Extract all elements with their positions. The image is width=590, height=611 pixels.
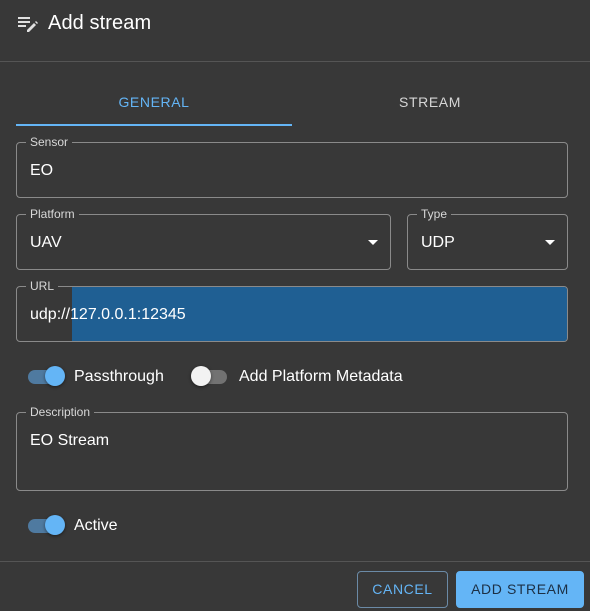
add-stream-dialog: Add stream GENERAL STREAM Sensor EO Plat…: [0, 0, 590, 611]
passthrough-label: Passthrough: [74, 368, 164, 385]
playlist-edit-icon: [18, 17, 38, 32]
platform-value[interactable]: UAV: [30, 234, 62, 252]
dialog-title: Add stream: [48, 12, 152, 34]
passthrough-toggle[interactable]: [28, 366, 66, 388]
add-stream-button[interactable]: ADD STREAM: [456, 571, 584, 608]
sensor-value[interactable]: EO: [30, 162, 53, 180]
url-label: URL: [26, 279, 59, 293]
tab-bar: GENERAL STREAM: [16, 80, 568, 126]
tab-general[interactable]: GENERAL: [16, 80, 292, 126]
url-selected-text: 127.0.0.1:12345: [70, 306, 186, 323]
type-select[interactable]: Type UDP: [407, 207, 568, 270]
add-platform-metadata-toggle[interactable]: [191, 366, 229, 388]
add-platform-metadata-label: Add Platform Metadata: [239, 368, 403, 385]
tab-indicator: [16, 124, 292, 126]
sensor-label: Sensor: [26, 135, 73, 149]
type-label: Type: [417, 207, 452, 221]
tab-stream[interactable]: STREAM: [292, 80, 568, 126]
platform-label: Platform: [26, 207, 79, 221]
dialog-actions: CANCEL ADD STREAM: [0, 561, 590, 611]
active-label: Active: [74, 517, 118, 534]
platform-select[interactable]: Platform UAV: [16, 207, 391, 270]
switch-thumb: [45, 515, 65, 535]
chevron-down-icon[interactable]: [545, 240, 555, 245]
cancel-button[interactable]: CANCEL: [357, 571, 448, 608]
switch-thumb: [191, 366, 211, 386]
active-toggle[interactable]: [28, 515, 66, 537]
url-field[interactable]: URL udp://127.0.0.1:12345: [16, 279, 568, 342]
switch-thumb: [45, 366, 65, 386]
dialog-header: Add stream: [0, 0, 590, 62]
type-value[interactable]: UDP: [421, 234, 455, 252]
sensor-field[interactable]: Sensor EO: [16, 135, 568, 198]
chevron-down-icon[interactable]: [368, 240, 378, 245]
description-value[interactable]: EO Stream: [30, 432, 109, 450]
description-label: Description: [26, 405, 95, 419]
url-prefix: udp://: [30, 306, 71, 323]
description-field[interactable]: Description EO Stream: [16, 405, 568, 491]
url-value[interactable]: udp://127.0.0.1:12345: [30, 306, 186, 324]
